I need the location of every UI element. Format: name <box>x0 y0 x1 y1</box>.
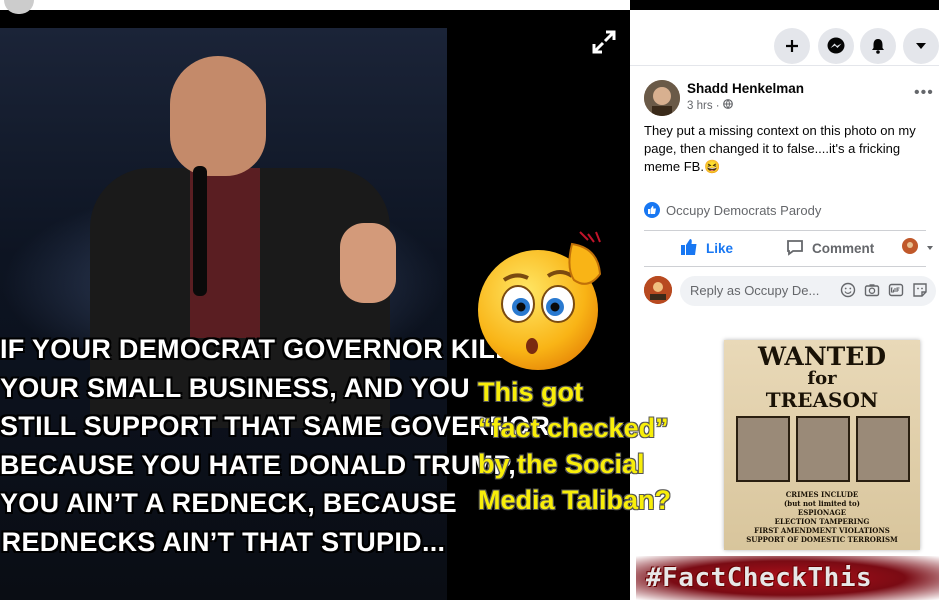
poster-portrait <box>736 416 790 482</box>
messenger-icon[interactable] <box>818 28 854 64</box>
reaction-name: Occupy Democrats Parody <box>666 202 822 218</box>
meme-line: BECAUSE YOU HATE DONALD TRUMP, <box>0 449 517 480</box>
globe-icon <box>722 99 733 112</box>
claim-line: “fact checked” <box>478 413 669 443</box>
author-name[interactable]: Shadd Henkelman <box>687 81 804 96</box>
more-options-button[interactable]: ••• <box>914 84 934 102</box>
poster-line: CRIMES INCLUDE <box>785 490 859 499</box>
poster-treason: TREASON <box>765 388 879 412</box>
claim-line: Media Taliban? <box>478 485 672 515</box>
post-time[interactable]: 3 hrs <box>687 100 713 112</box>
comedian-hand <box>340 223 396 303</box>
claim-line: by the Social <box>478 449 645 479</box>
meme-line: STILL SUPPORT THAT SAME GOVERNOR <box>0 411 551 441</box>
author-avatar[interactable] <box>644 80 680 116</box>
expand-icon[interactable] <box>590 28 618 56</box>
page-avatar-small <box>902 238 918 257</box>
hashtag-text: #FactCheckThis <box>646 563 873 593</box>
reaction-selector[interactable] <box>902 238 934 257</box>
like-icon <box>680 238 698 259</box>
comedian-head <box>170 56 266 176</box>
plus-icon[interactable] <box>774 28 810 64</box>
meme-line: YOUR SMALL BUSINESS, AND YOU <box>0 372 470 403</box>
meme-line: REDNECKS AIN’T THAT STUPID... <box>1 526 446 557</box>
poster-line: SUPPORT OF DOMESTIC TERRORISM <box>746 535 898 544</box>
poster-portrait <box>856 416 910 482</box>
meta-separator: · <box>715 100 723 112</box>
poster-line: (but not limited to) <box>783 499 860 508</box>
comment-label: Comment <box>812 241 875 256</box>
poster-line: ESPIONAGE <box>797 508 847 517</box>
caret-down-icon[interactable] <box>903 28 939 64</box>
divider <box>644 230 926 231</box>
reply-placeholder: Reply as Occupy De... <box>690 283 820 298</box>
like-button[interactable]: Like <box>680 238 733 259</box>
reply-input[interactable]: Reply as Occupy De... <box>680 276 936 306</box>
top-strip <box>0 0 630 10</box>
fact-check-claim: This got “fact checked” by the Social Me… <box>478 374 671 518</box>
comment-icon <box>786 238 804 259</box>
reply-avatar[interactable] <box>644 276 672 304</box>
gif-icon[interactable] <box>888 282 904 301</box>
caret-small-icon <box>926 240 934 255</box>
bell-icon[interactable] <box>860 28 896 64</box>
like-reaction-icon <box>644 202 660 218</box>
meme-line: YOU AIN’T A REDNECK, BECAUSE <box>0 488 457 518</box>
poster-line: ELECTION TAMPERING <box>774 517 870 526</box>
confused-emoji-icon <box>476 228 608 378</box>
microphone <box>193 166 207 296</box>
poster-line: FIRST AMENDMENT VIOLATIONS <box>754 526 890 535</box>
meme-line: IF YOUR DEMOCRAT GOVERNOR KILLED <box>0 334 551 364</box>
claim-line: This got <box>478 377 583 407</box>
reaction-row[interactable]: Occupy Democrats Parody <box>644 202 821 218</box>
post-meta: 3 hrs · <box>687 99 733 112</box>
camera-icon[interactable] <box>864 282 880 301</box>
top-nav <box>630 10 939 66</box>
poster-title: WANTED <box>757 342 887 371</box>
wanted-poster: WANTED for TREASON CRIMES INCLUDE (but n… <box>724 340 920 550</box>
reply-icons <box>840 282 928 301</box>
poster-portrait <box>796 416 850 482</box>
poster-for: for <box>807 368 837 389</box>
divider <box>644 266 926 267</box>
expand-icon-svg <box>592 30 616 54</box>
comment-button[interactable]: Comment <box>786 238 874 259</box>
sticker-icon[interactable] <box>912 282 928 301</box>
smiley-icon[interactable] <box>840 282 856 301</box>
post-caption: They put a missing context on this photo… <box>644 123 916 174</box>
like-label: Like <box>706 241 734 256</box>
meme-caption: IF YOUR DEMOCRAT GOVERNOR KILLED YOUR SM… <box>0 330 551 561</box>
